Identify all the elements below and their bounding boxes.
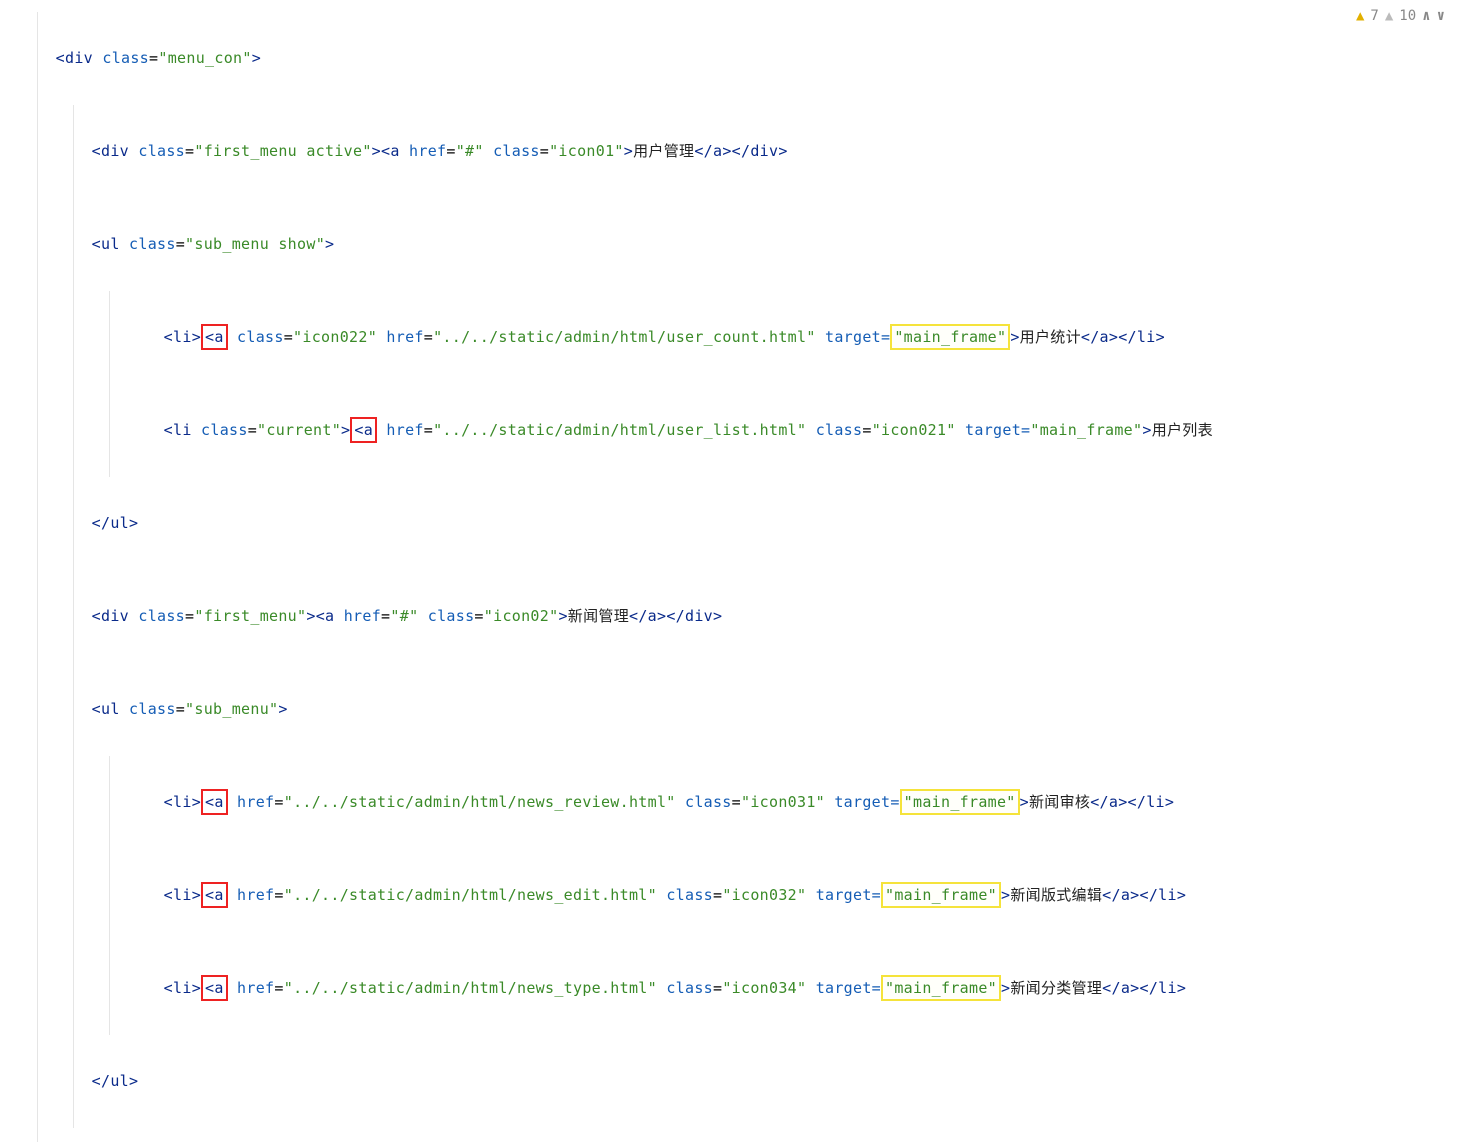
target-highlight: "main_frame" xyxy=(900,789,1020,815)
a-tag-highlight: <a xyxy=(201,789,228,815)
code-line: <div class="first_menu"><a href="#" clas… xyxy=(0,570,1469,663)
code-editor[interactable]: <div class="menu_con"> <div class="first… xyxy=(0,0,1469,1142)
code-line: <div class="menu_con"> xyxy=(0,12,1469,105)
code-line: </div>iframe标签通常与a标签配套使用。 xyxy=(0,1128,1469,1142)
code-line: <ul class="sub_menu"> xyxy=(0,663,1469,756)
target-highlight: "main_frame" xyxy=(890,324,1010,350)
code-line: </ul> xyxy=(0,477,1469,570)
a-tag-highlight: <a xyxy=(350,417,377,443)
code-line: <div class="first_menu active"><a href="… xyxy=(0,105,1469,198)
code-line: </ul> xyxy=(0,1035,1469,1128)
a-tag-highlight: <a xyxy=(201,882,228,908)
code-line: <li class="current"><a href="../../stati… xyxy=(0,384,1469,477)
target-highlight: "main_frame" xyxy=(881,882,1001,908)
a-tag-highlight: <a xyxy=(201,975,228,1001)
code-line: <li><a class="icon022" href="../../stati… xyxy=(0,291,1469,384)
code-line: <li><a href="../../static/admin/html/new… xyxy=(0,849,1469,942)
a-tag-highlight: <a xyxy=(201,324,228,350)
target-highlight: "main_frame" xyxy=(881,975,1001,1001)
code-line: <li><a href="../../static/admin/html/new… xyxy=(0,756,1469,849)
code-line: <li><a href="../../static/admin/html/new… xyxy=(0,942,1469,1035)
code-line: <ul class="sub_menu show"> xyxy=(0,198,1469,291)
